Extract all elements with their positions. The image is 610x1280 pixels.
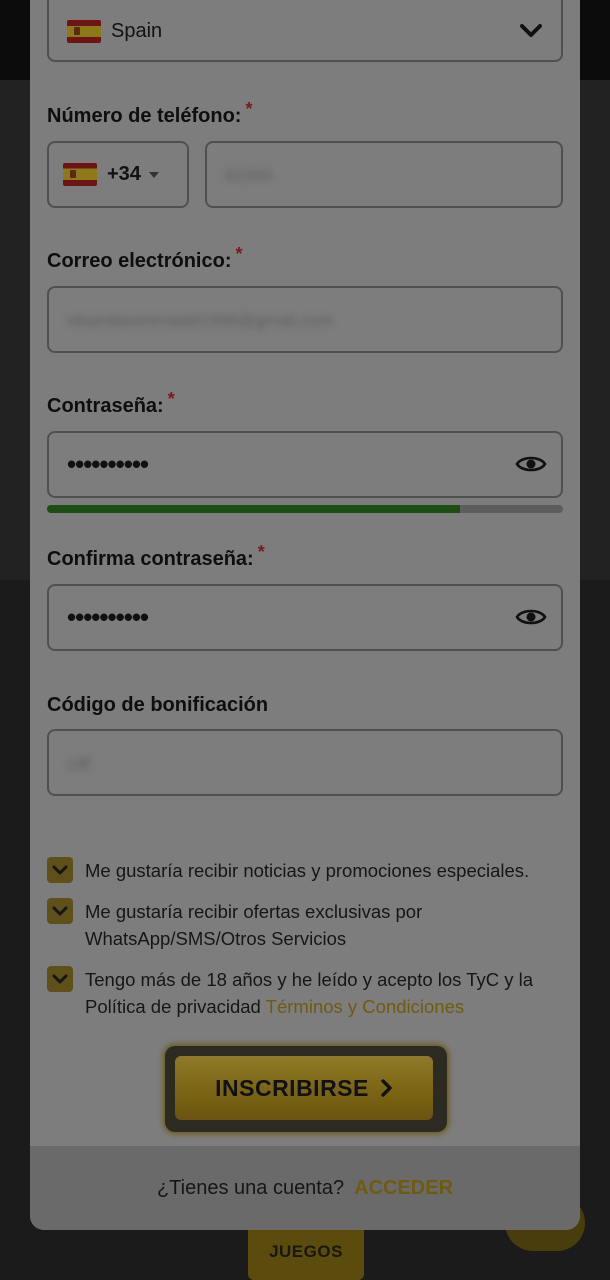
eye-icon[interactable] [515, 453, 547, 475]
confirm-password-input[interactable]: •••••••••• [47, 584, 563, 651]
confirm-password-value: •••••••••• [67, 602, 149, 632]
phone-input[interactable]: 62300 [205, 141, 563, 208]
spain-flag-icon [63, 163, 97, 186]
checkbox-whatsapp-text: Me gustaría recibir ofertas exclusivas p… [85, 901, 423, 949]
registration-modal: Spain Número de teléfono: * +34 62300 Cor… [30, 0, 580, 1230]
country-code-value: +34 [107, 163, 141, 185]
check-icon [52, 906, 68, 915]
password-label: Contraseña: * [47, 389, 175, 417]
checkbox-news-text: Me gustaría recibir noticias y promocion… [85, 860, 530, 881]
bonus-code-label: Código de bonificación [47, 694, 269, 716]
submit-button-label: INSCRIBIRSE [215, 1074, 369, 1101]
terms-link[interactable]: Términos y Condiciones [266, 996, 464, 1017]
country-select[interactable]: Spain [47, 0, 563, 62]
country-value: Spain [111, 20, 163, 42]
bonus-code-placeholder: cdf [67, 754, 90, 773]
country-code-select[interactable]: +34 [47, 141, 189, 208]
phone-value: 62300 [225, 166, 273, 185]
submit-button[interactable]: INSCRIBIRSE [175, 1056, 433, 1120]
chevron-right-icon [381, 1079, 392, 1097]
modal-footer: ¿Tienes una cuenta? ACCEDER [30, 1146, 580, 1230]
required-mark: * [257, 542, 265, 562]
chevron-down-icon [520, 24, 542, 37]
email-value: vikandaserenaidd1998@gmail.com [67, 311, 333, 330]
check-icon [52, 865, 68, 874]
checkbox-whatsapp[interactable] [47, 898, 73, 924]
bonus-code-input[interactable]: cdf [47, 729, 563, 796]
email-label: Correo electrónico: * [47, 244, 243, 272]
password-strength-bar [47, 505, 563, 513]
required-mark: * [235, 244, 243, 264]
phone-label: Número de teléfono: * [47, 99, 253, 127]
checkbox-news[interactable] [47, 857, 73, 883]
spain-flag-icon [67, 20, 101, 43]
checkbox-terms[interactable] [47, 966, 73, 992]
required-mark: * [167, 389, 175, 409]
tab-juegos-label: JUEGOS [269, 1242, 343, 1261]
caret-down-icon [148, 171, 159, 178]
confirm-password-label: Confirma contraseña: * [47, 542, 265, 570]
checkbox-terms-text: Tengo más de 18 años y he leído y acepto… [85, 969, 534, 1017]
checkbox-row-terms[interactable]: Tengo más de 18 años y he leído y acepto… [47, 966, 550, 1020]
eye-icon[interactable] [515, 606, 547, 628]
password-value: •••••••••• [67, 449, 149, 479]
submit-button-frame: INSCRIBIRSE [165, 1046, 447, 1132]
footer-question: ¿Tienes una cuenta? [156, 1176, 345, 1199]
required-mark: * [245, 99, 253, 119]
checkbox-row-news[interactable]: Me gustaría recibir noticias y promocion… [47, 857, 550, 884]
email-input[interactable]: vikandaserenaidd1998@gmail.com [47, 286, 563, 353]
password-strength-fill [47, 505, 460, 513]
checkbox-row-whatsapp[interactable]: Me gustaría recibir ofertas exclusivas p… [47, 898, 550, 952]
password-input[interactable]: •••••••••• [47, 431, 563, 498]
check-icon [52, 974, 68, 983]
login-link[interactable]: ACCEDER [354, 1177, 453, 1200]
